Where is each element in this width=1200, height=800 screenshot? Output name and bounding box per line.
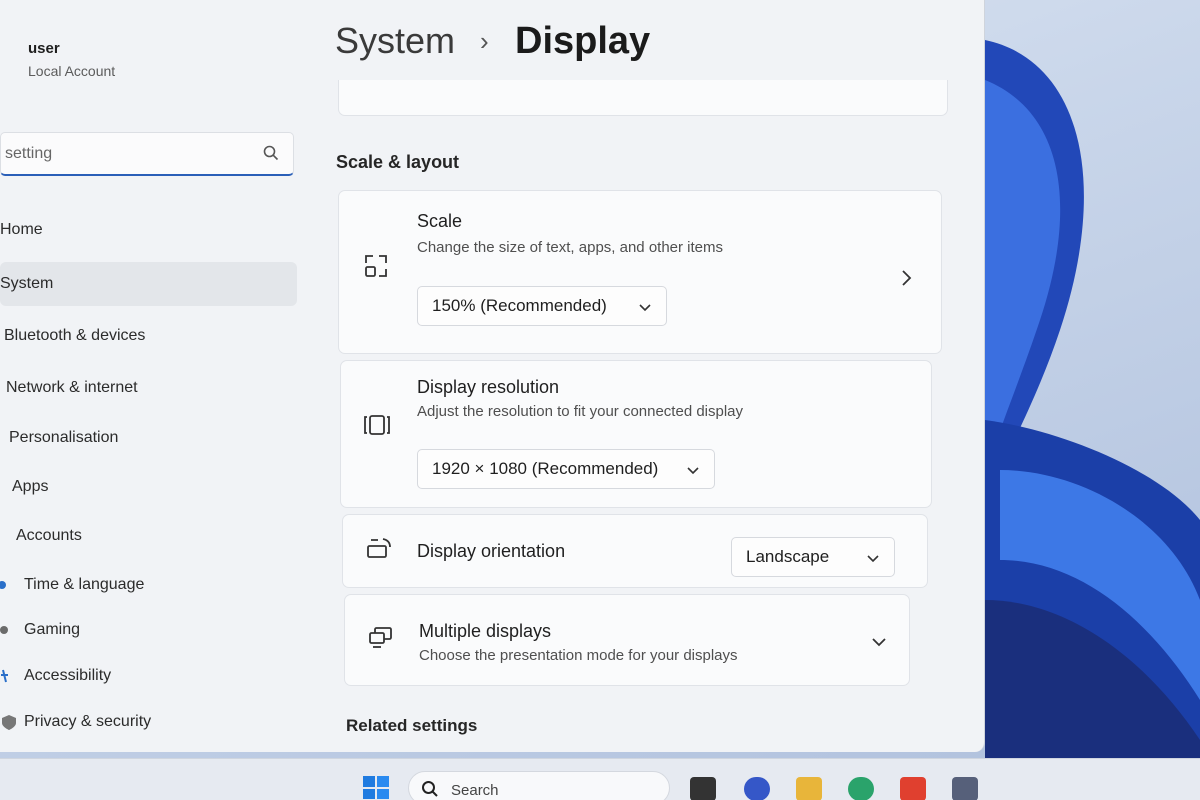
- scale-dropdown[interactable]: 150% (Recommended): [417, 286, 667, 326]
- sidebar-item-label: Accessibility: [24, 667, 112, 684]
- breadcrumb-separator: ›: [480, 26, 489, 56]
- sidebar-item-bluetooth[interactable]: Bluetooth & devices: [4, 314, 294, 358]
- display-resolution-title: Display resolution: [417, 377, 560, 397]
- settings-search-input[interactable]: [5, 143, 245, 165]
- sidebar-item-time-language[interactable]: Time & language: [0, 563, 300, 607]
- taskbar-search-label: Search: [451, 782, 499, 799]
- chevron-down-icon: [638, 299, 652, 319]
- multiple-displays-icon: [367, 625, 395, 654]
- search-icon: [421, 780, 439, 800]
- sidebar-item-network[interactable]: Network & internet: [6, 366, 296, 410]
- multiple-displays-title: Multiple displays: [419, 621, 552, 641]
- accessibility-icon: [0, 667, 18, 685]
- section-title-scale-layout: Scale & layout: [336, 152, 460, 172]
- sidebar-item-label: Apps: [12, 478, 49, 495]
- chevron-down-icon: [686, 462, 700, 482]
- previous-card: [338, 80, 948, 116]
- store-icon[interactable]: [900, 777, 926, 800]
- display-resolution-description: Adjust the resolution to fit your connec…: [417, 403, 744, 420]
- sidebar-item-label: System: [0, 275, 54, 292]
- task-view-icon[interactable]: [690, 777, 716, 800]
- display-resolution-dropdown[interactable]: 1920 × 1080 (Recommended): [417, 449, 715, 489]
- user-account-type: Local Account: [28, 63, 116, 79]
- sidebar-item-label: Time & language: [24, 576, 145, 593]
- display-orientation-dropdown-value: Landscape: [746, 547, 830, 566]
- sidebar-item-system[interactable]: System: [0, 262, 297, 306]
- sidebar-item-label: Accounts: [16, 527, 82, 544]
- display-orientation-title: Display orientation: [417, 541, 566, 561]
- sidebar-item-label: Privacy & security: [24, 713, 152, 730]
- sidebar-item-label: Bluetooth & devices: [4, 327, 146, 344]
- sidebar-item-apps[interactable]: Apps: [12, 465, 302, 509]
- scale-description: Change the size of text, apps, and other…: [417, 239, 724, 256]
- shield-icon: [0, 713, 18, 731]
- multiple-displays-card[interactable]: Multiple displays Choose the presentatio…: [344, 594, 910, 686]
- app-icon[interactable]: [744, 777, 770, 800]
- windows-start-icon[interactable]: [362, 775, 390, 800]
- section-title-related-settings: Related settings: [346, 716, 478, 735]
- display-orientation-card[interactable]: Display orientation Landscape: [342, 514, 928, 588]
- page-title: Display: [515, 20, 651, 62]
- multiple-displays-description: Choose the presentation mode for your di…: [419, 647, 738, 664]
- settings-window: user Local Account Home System Bluetooth…: [0, 0, 985, 752]
- sidebar-item-accessibility[interactable]: Accessibility: [0, 654, 300, 698]
- sidebar-item-label: Gaming: [24, 621, 81, 638]
- resolution-icon: [363, 413, 391, 442]
- browser-icon[interactable]: [848, 777, 874, 800]
- file-explorer-icon[interactable]: [796, 777, 822, 800]
- scale-card[interactable]: Scale Change the size of text, apps, and…: [338, 190, 942, 354]
- orientation-icon: [365, 537, 393, 566]
- taskbar: Search: [0, 758, 1200, 800]
- chevron-right-icon[interactable]: [899, 269, 913, 292]
- scale-title: Scale: [417, 211, 463, 231]
- settings-gear-icon[interactable]: [952, 777, 978, 800]
- globe-icon: [0, 576, 18, 594]
- sidebar: user Local Account Home System Bluetooth…: [0, 0, 310, 752]
- chevron-down-icon: [866, 550, 880, 570]
- sidebar-item-label: Home: [0, 221, 43, 238]
- gamepad-icon: [0, 621, 18, 639]
- scale-icon: [363, 253, 389, 284]
- taskbar-search-box[interactable]: Search: [408, 771, 670, 800]
- sidebar-item-accounts[interactable]: Accounts: [16, 514, 306, 558]
- sidebar-item-privacy[interactable]: Privacy & security: [0, 700, 300, 744]
- display-resolution-card[interactable]: Display resolution Adjust the resolution…: [340, 360, 932, 508]
- main-content: System › Display Scale & layout Scale Ch…: [320, 0, 980, 752]
- sidebar-item-gaming[interactable]: Gaming: [0, 608, 300, 652]
- user-name: user: [28, 40, 60, 57]
- sidebar-item-label: Network & internet: [6, 379, 138, 396]
- sidebar-item-home[interactable]: Home: [0, 208, 290, 252]
- display-resolution-dropdown-value: 1920 × 1080 (Recommended): [432, 459, 659, 478]
- sidebar-item-personalisation[interactable]: Personalisation: [9, 416, 299, 460]
- display-orientation-dropdown[interactable]: Landscape: [731, 537, 895, 577]
- sidebar-item-label: Personalisation: [9, 429, 119, 446]
- chevron-down-icon[interactable]: [871, 635, 887, 654]
- breadcrumb-parent[interactable]: System: [335, 20, 455, 62]
- scale-dropdown-value: 150% (Recommended): [432, 296, 607, 315]
- settings-search-box[interactable]: [0, 132, 294, 176]
- search-icon[interactable]: [263, 145, 279, 166]
